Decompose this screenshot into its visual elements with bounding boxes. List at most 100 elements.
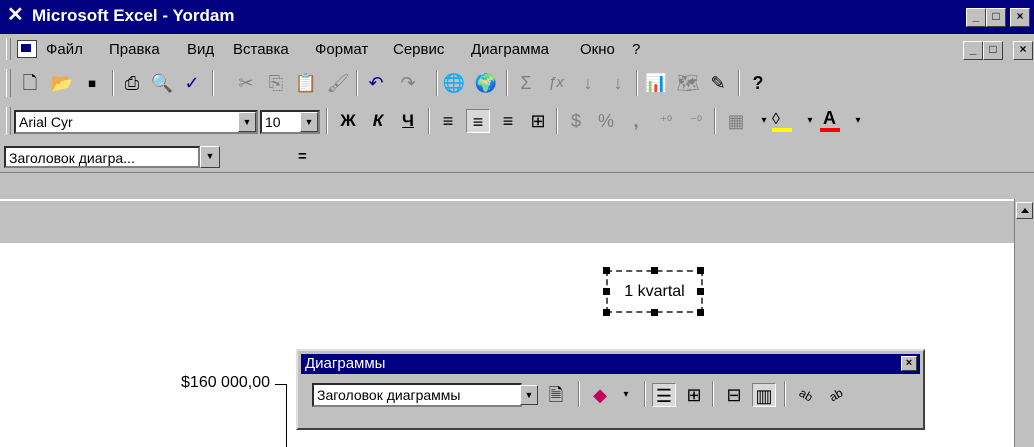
chart-object-select[interactable]: Заголовок диаграммы xyxy=(312,383,522,407)
format-painter-icon[interactable]: 🖌 xyxy=(326,71,350,95)
separator xyxy=(212,70,214,96)
resize-handle[interactable] xyxy=(603,309,610,316)
menu-chart-label: Диаграмма xyxy=(471,41,550,58)
web-icon[interactable]: 🌐 xyxy=(442,71,466,95)
separator xyxy=(738,70,740,96)
chart-wizard-icon[interactable]: 📊 xyxy=(644,71,668,95)
function-icon[interactable]: ƒx xyxy=(544,71,568,95)
help-icon[interactable]: ? xyxy=(746,71,770,95)
minimize-button[interactable]: _ xyxy=(966,8,986,27)
doc-restore-button[interactable]: □ xyxy=(983,41,1003,60)
align-center-icon[interactable]: ≡ xyxy=(466,109,490,133)
close-icon[interactable]: × xyxy=(901,356,917,371)
comma-button[interactable]: , xyxy=(624,109,648,133)
copy-icon[interactable]: ⎘ xyxy=(264,71,288,95)
menu-format-label: Формат xyxy=(315,41,369,58)
name-box[interactable]: Заголовок диагра... xyxy=(4,146,200,168)
cut-icon[interactable]: ✂ xyxy=(234,71,258,95)
map-icon[interactable]: 🗺 xyxy=(676,71,700,95)
charts-toolbar[interactable]: Диаграммы × Заголовок диаграммы ▼ 🗎 ◆ ▾ … xyxy=(296,349,925,430)
underline-button[interactable]: Ч xyxy=(396,109,420,133)
sort-descending-icon[interactable]: ↓ xyxy=(606,71,630,95)
chart-title[interactable]: 1 kvartal xyxy=(603,267,704,316)
resize-handle[interactable] xyxy=(603,288,610,295)
font-select[interactable]: Arial Cyr xyxy=(14,110,258,134)
angle-text-up-icon[interactable]: ab xyxy=(820,379,853,412)
chart-object-dropdown-icon[interactable]: ▼ xyxy=(520,385,538,405)
menubar-grip[interactable] xyxy=(6,38,11,60)
font-dropdown-icon[interactable]: ▼ xyxy=(238,112,256,132)
undo-icon[interactable]: ↶ xyxy=(364,71,388,95)
save-icon[interactable]: ▪ xyxy=(80,70,104,96)
name-box-dropdown-icon[interactable]: ▼ xyxy=(200,146,220,168)
menu-edit[interactable]: Правка xyxy=(109,41,160,58)
by-row-icon[interactable]: ⊟ xyxy=(722,383,746,407)
excel-icon[interactable]: ✕ xyxy=(7,5,27,25)
menu-view[interactable]: Вид xyxy=(187,41,214,58)
align-right-icon[interactable]: ≡ xyxy=(496,109,520,133)
currency-icon[interactable]: $ xyxy=(564,109,588,133)
fill-color-icon[interactable]: ◊ xyxy=(770,109,794,133)
print-preview-icon[interactable]: 🔍 xyxy=(150,71,174,95)
menu-chart[interactable]: Диаграмма xyxy=(471,41,549,58)
open-icon[interactable]: 📂 xyxy=(50,71,74,95)
menu-help-label: ? xyxy=(632,41,641,58)
resize-handle[interactable] xyxy=(697,288,704,295)
chart-type-icon[interactable]: ◆ xyxy=(588,383,612,407)
format-object-icon[interactable]: 🗎 xyxy=(544,383,568,407)
menu-insert[interactable]: Вставка xyxy=(233,41,289,58)
font-size-dropdown-icon[interactable]: ▼ xyxy=(300,112,318,132)
menu-tools[interactable]: Сервис xyxy=(393,41,444,58)
bold-button[interactable]: Ж xyxy=(336,109,360,133)
legend-icon[interactable]: ☰ xyxy=(652,383,676,407)
menu-format[interactable]: Формат xyxy=(315,41,368,58)
menu-help[interactable]: ? xyxy=(632,41,640,58)
menu-window-label: Окно xyxy=(580,41,615,58)
resize-handle[interactable] xyxy=(603,267,610,274)
new-icon[interactable]: 🗋 xyxy=(18,71,42,95)
resize-handle[interactable] xyxy=(697,309,704,316)
restore-button[interactable]: □ xyxy=(986,8,1006,27)
angle-text-down-icon[interactable]: ab xyxy=(790,379,823,412)
redo-icon[interactable]: ↷ xyxy=(396,71,420,95)
standard-toolbar-grip[interactable] xyxy=(6,69,11,97)
scroll-up-icon[interactable] xyxy=(1016,202,1033,219)
percent-button[interactable]: % xyxy=(594,109,618,133)
data-table-icon[interactable]: ⊞ xyxy=(682,383,706,407)
hyperlink-icon[interactable]: 🌍 xyxy=(474,71,498,95)
document-icon[interactable] xyxy=(17,40,37,58)
vertical-scrollbar[interactable] xyxy=(1014,199,1034,447)
resize-handle[interactable] xyxy=(697,267,704,274)
charts-toolbar-titlebar[interactable]: Диаграммы × xyxy=(301,354,920,374)
chart-object-value: Заголовок диаграммы xyxy=(317,387,461,403)
sort-ascending-icon[interactable]: ↓ xyxy=(576,71,600,95)
formatting-toolbar-grip[interactable] xyxy=(6,107,11,135)
autosum-icon[interactable]: Σ xyxy=(514,71,538,95)
font-color-icon[interactable]: A xyxy=(818,108,842,133)
resize-handle[interactable] xyxy=(651,309,658,316)
align-left-icon[interactable]: ≡ xyxy=(436,109,460,133)
print-icon[interactable]: ⎙ xyxy=(120,71,144,95)
by-column-icon[interactable]: ▥ xyxy=(752,383,776,407)
font-color-dropdown-icon[interactable]: ▾ xyxy=(846,109,870,133)
borders-icon[interactable]: ▦ xyxy=(724,109,748,133)
increase-decimal-icon[interactable]: ⁺⁰ xyxy=(654,109,678,133)
resize-handle[interactable] xyxy=(651,267,658,274)
chart-title-text: 1 kvartal xyxy=(624,283,685,300)
menu-window[interactable]: Окно xyxy=(580,41,615,58)
spelling-icon[interactable]: ✓ xyxy=(180,71,204,95)
italic-button[interactable]: К xyxy=(366,109,390,133)
decrease-decimal-icon[interactable]: ⁻⁰ xyxy=(684,109,708,133)
menu-file[interactable]: Файл xyxy=(46,41,83,58)
separator xyxy=(428,108,430,134)
drawing-icon[interactable]: ✎ xyxy=(706,71,730,95)
doc-minimize-button[interactable]: _ xyxy=(963,41,983,60)
axis-tick xyxy=(275,384,286,385)
doc-close-button[interactable]: × xyxy=(1013,41,1033,60)
close-button[interactable]: × xyxy=(1010,8,1030,27)
chart-type-dropdown-icon[interactable]: ▾ xyxy=(614,383,638,407)
merge-center-icon[interactable]: ⊞ xyxy=(526,109,550,133)
value-axis-line[interactable] xyxy=(286,384,287,447)
menu-tools-label: Сервис xyxy=(393,41,445,58)
paste-icon[interactable]: 📋 xyxy=(294,71,318,95)
